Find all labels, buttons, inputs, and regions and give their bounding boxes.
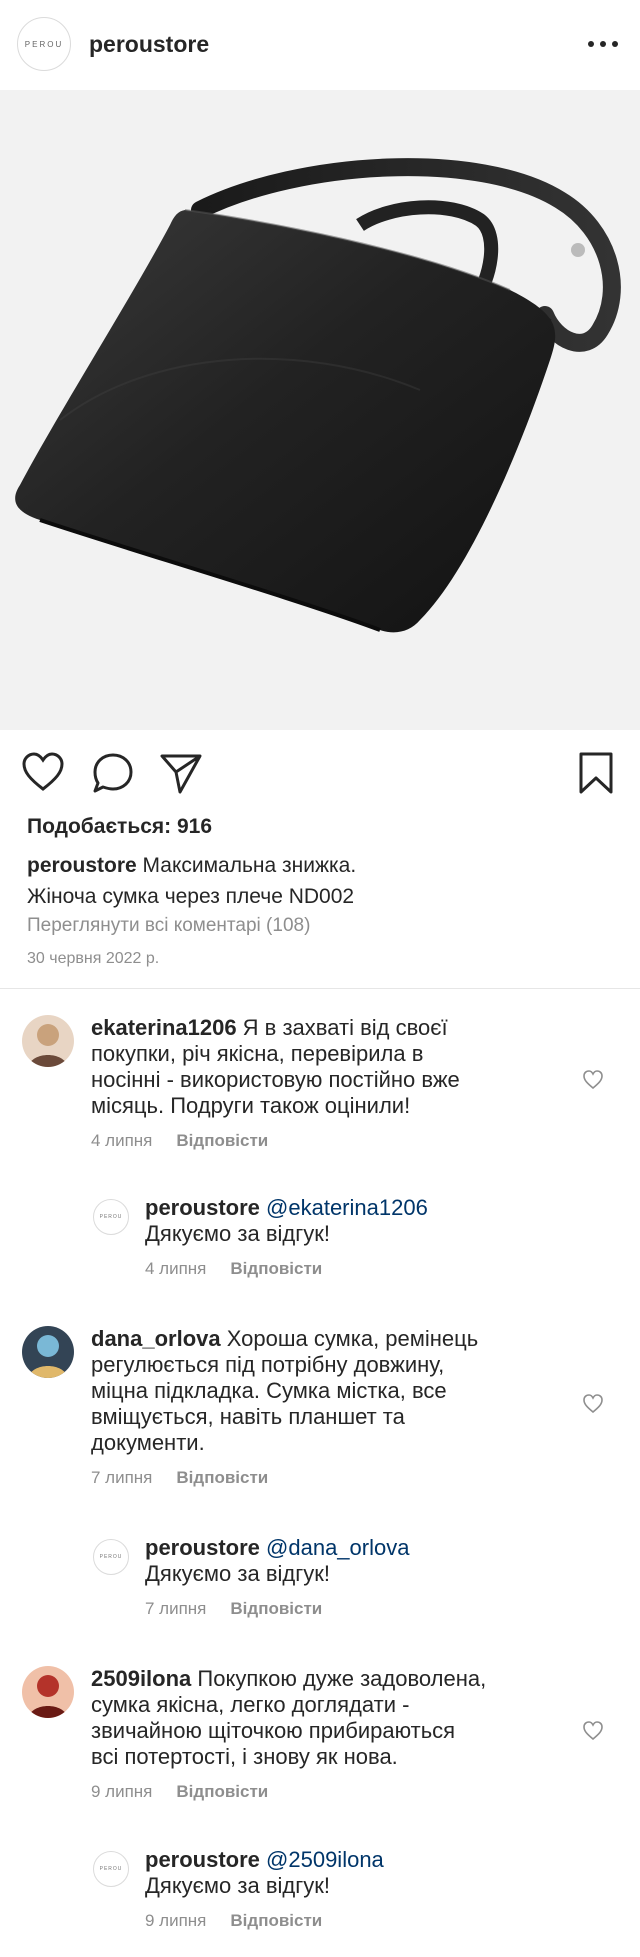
reply-mention[interactable]: @2509ilona [260,1847,384,1872]
store-avatar[interactable]: PEROU [93,1539,129,1575]
post-image[interactable] [0,90,640,730]
commenter-avatar[interactable] [22,1326,74,1378]
reply-button[interactable]: Відповісти [176,1468,268,1488]
reply-message: Дякуємо за відгук! [145,1561,330,1586]
comment-line: Я в захваті від своєї [236,1015,448,1040]
account-username[interactable]: peroustore [89,31,209,58]
comment-date: 4 липня [91,1131,153,1150]
comment-meta: 4 липня Відповісти [91,1131,268,1151]
like-comment-heart-icon[interactable] [582,1393,604,1415]
like-comment-heart-icon[interactable] [582,1069,604,1091]
view-all-comments-link[interactable]: Переглянути всі коментарі (108) [27,915,310,937]
reply-button[interactable]: Відповісти [176,1131,268,1151]
reply-mention[interactable]: @dana_orlova [260,1535,409,1560]
reply-meta: 9 липня Відповісти [145,1911,322,1931]
reply-text: peroustore @2509ilona Дякуємо за відгук! [145,1847,585,1899]
comment-line: вміщується, навіть планшет та [91,1404,405,1429]
reply-meta: 4 липня Відповісти [145,1259,322,1279]
comment-line: покупки, річ якісна, перевірила в [91,1041,424,1066]
comment-meta: 7 липня Відповісти [91,1468,268,1488]
commenter-avatar[interactable] [22,1666,74,1718]
reply-text: peroustore @dana_orlova Дякуємо за відгук… [145,1535,585,1587]
comment-line: носінні - використовую постійно вже [91,1067,460,1092]
comment-username[interactable]: 2509ilona [91,1666,191,1691]
like-comment-heart-icon[interactable] [582,1720,604,1742]
comment-line: звичайною щіточкою прибираються [91,1718,456,1743]
comment-username[interactable]: dana_orlova [91,1326,221,1351]
reply-message: Дякуємо за відгук! [145,1221,330,1246]
post-date: 30 червня 2022 р. [27,950,160,967]
comment-line: документи. [91,1430,205,1455]
heart-icon[interactable] [20,750,66,796]
comment-text: 2509ilona Покупкою дуже задоволена, сумка… [91,1666,561,1770]
reply-username[interactable]: peroustore [145,1535,260,1560]
comment-line: регулюється під потрібну довжину, [91,1352,445,1377]
divider [0,988,640,989]
post-caption: peroustore Максимальна знижка. Жіноча су… [27,850,607,912]
bookmark-icon[interactable] [573,750,619,796]
reply-text: peroustore @ekaterina1206 Дякуємо за відг… [145,1195,585,1247]
store-avatar[interactable]: PEROU [93,1851,129,1887]
caption-text-line-2: Жіноча сумка через плече ND002 [27,885,355,908]
likes-count[interactable]: Подобається: 916 [27,815,212,839]
comment-text: ekaterina1206 Я в захваті від своєї покуп… [91,1015,561,1119]
account-avatar[interactable]: PEROU [17,17,71,71]
comment-line: сумка якісна, легко доглядати - [91,1692,410,1717]
comment-line: Хороша сумка, ремінець [220,1326,479,1351]
paper-plane-icon[interactable] [158,750,204,796]
reply-date: 4 липня [145,1259,207,1278]
comment-icon[interactable] [90,750,136,796]
comment-date: 7 липня [91,1468,153,1487]
reply-mention[interactable]: @ekaterina1206 [260,1195,428,1220]
caption-text-line-1: Максимальна знижка. [142,854,357,877]
comment-meta: 9 липня Відповісти [91,1782,268,1802]
reply-button[interactable]: Відповісти [230,1259,322,1279]
reply-message: Дякуємо за відгук! [145,1873,330,1898]
comment-text: dana_orlova Хороша сумка, ремінець регулю… [91,1326,561,1456]
reply-button[interactable]: Відповісти [230,1599,322,1619]
comment-username[interactable]: ekaterina1206 [91,1015,237,1040]
reply-date: 9 липня [145,1911,207,1930]
comment-line: місяць. Подруги також оцінили! [91,1093,411,1118]
reply-button[interactable]: Відповісти [176,1782,268,1802]
comment-line: Покупкою дуже задоволена, [191,1666,487,1691]
comment-line: всі потертості, і знову як нова. [91,1744,398,1769]
caption-username[interactable]: peroustore [27,854,137,877]
reply-username[interactable]: peroustore [145,1847,260,1872]
reply-button[interactable]: Відповісти [230,1911,322,1931]
post-actions [0,740,640,800]
post-header: PEROU peroustore [0,0,640,90]
commenter-avatar[interactable] [22,1015,74,1067]
store-avatar[interactable]: PEROU [93,1199,129,1235]
black-shoulder-bag-image [15,158,621,633]
comment-line: міцна підкладка. Сумка містка, все [91,1378,447,1403]
reply-date: 7 липня [145,1599,207,1618]
reply-meta: 7 липня Відповісти [145,1599,322,1619]
reply-username[interactable]: peroustore [145,1195,260,1220]
comment-date: 9 липня [91,1782,153,1801]
more-dots-icon[interactable] [588,34,618,54]
